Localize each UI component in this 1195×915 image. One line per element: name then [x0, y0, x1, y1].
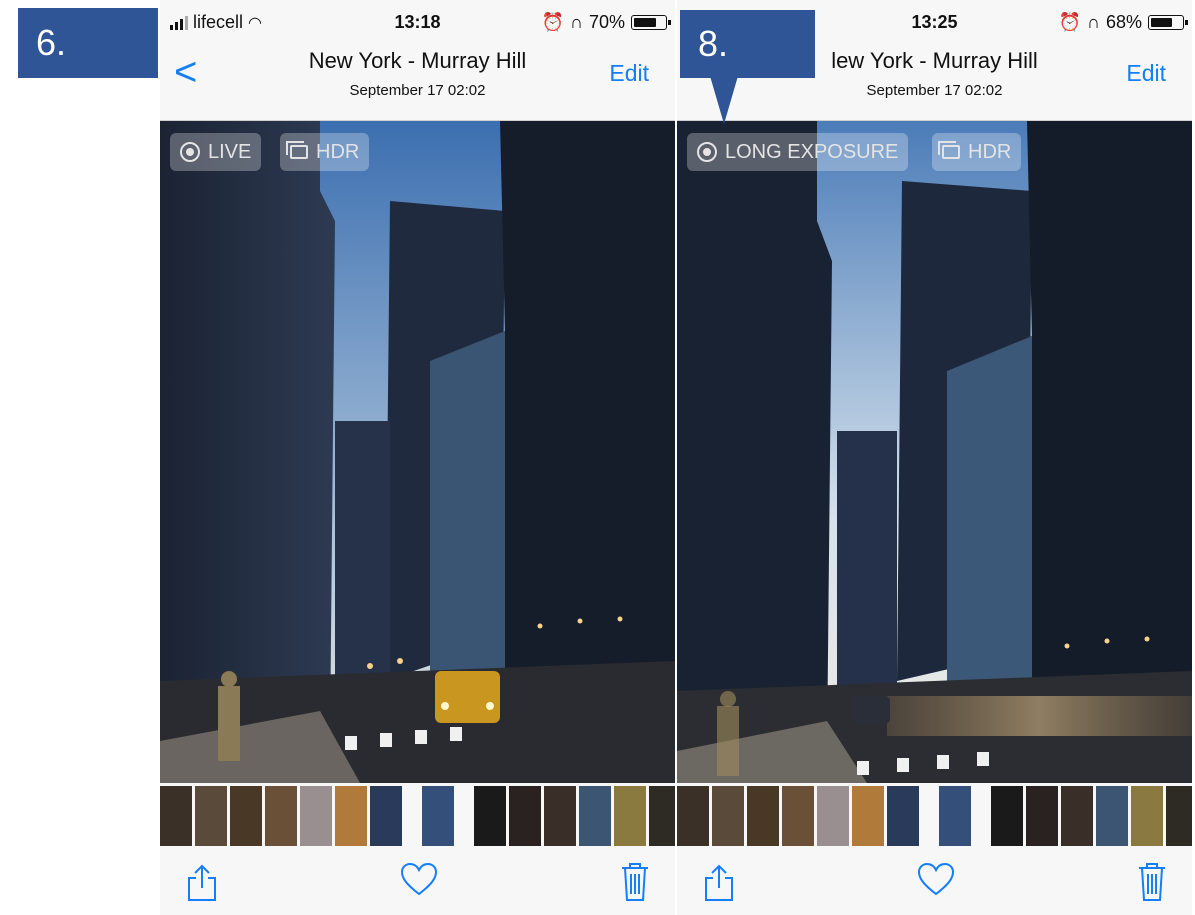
- thumbnail[interactable]: [649, 786, 675, 846]
- heart-icon[interactable]: [400, 862, 438, 898]
- thumbnail[interactable]: [195, 786, 227, 846]
- city-street-photo: [677, 121, 1192, 783]
- thumbnail[interactable]: [887, 786, 919, 846]
- phone-screen-long-exposure: 13:25 ⏰ ∩ 68% lew York - Murray Hill Sep…: [675, 0, 1192, 915]
- thumbnail[interactable]: [509, 786, 541, 846]
- thumbnail-strip[interactable]: [160, 786, 675, 850]
- phone-screen-live: lifecell ◠ 13:18 ⏰ ∩ 70% < New York - Mu…: [160, 0, 675, 915]
- thumbnail[interactable]: [782, 786, 814, 846]
- thumbnail[interactable]: [474, 786, 506, 846]
- hdr-badge: HDR: [932, 133, 1022, 171]
- thumbnail-gap: [457, 786, 471, 850]
- photo-date: September 17 02:02: [866, 82, 1003, 99]
- hdr-badge-label: HDR: [968, 140, 1012, 163]
- alarm-icon: ⏰: [541, 12, 565, 32]
- thumbnail[interactable]: [1131, 786, 1163, 846]
- status-right: ⏰ ∩ 68%: [1058, 12, 1188, 33]
- thumbnail[interactable]: [677, 786, 709, 846]
- bottom-toolbar: [160, 852, 675, 915]
- thumbnail[interactable]: [817, 786, 849, 846]
- thumbnail[interactable]: [265, 786, 297, 846]
- status-right: ⏰ ∩ 70%: [541, 12, 671, 33]
- thumbnail[interactable]: [1096, 786, 1128, 846]
- thumbnail[interactable]: [579, 786, 611, 846]
- thumbnail[interactable]: [1061, 786, 1093, 846]
- long-exposure-badge-label: LONG EXPOSURE: [725, 140, 899, 163]
- thumbnail[interactable]: [614, 786, 646, 846]
- thumbnail[interactable]: [300, 786, 332, 846]
- battery-icon: [1148, 15, 1188, 30]
- current-thumbnail[interactable]: [422, 786, 454, 846]
- bottom-toolbar: [677, 852, 1192, 915]
- live-badge-label: LIVE: [208, 140, 252, 163]
- trash-icon[interactable]: [1137, 862, 1167, 902]
- heart-icon[interactable]: [917, 862, 955, 898]
- edit-button[interactable]: Edit: [1126, 60, 1166, 87]
- thumbnail-gap: [405, 786, 419, 850]
- photo-view[interactable]: LONG EXPOSURE HDR: [677, 121, 1192, 783]
- thumbnail[interactable]: [544, 786, 576, 846]
- thumbnail[interactable]: [1166, 786, 1192, 846]
- thumbnail[interactable]: [712, 786, 744, 846]
- battery-icon: [631, 15, 671, 30]
- trash-icon[interactable]: [620, 862, 650, 902]
- live-icon: [697, 142, 717, 162]
- headphones-icon: ∩: [570, 12, 583, 32]
- current-thumbnail[interactable]: [939, 786, 971, 846]
- hdr-icon: [286, 141, 308, 159]
- step-label-8: 8.: [680, 10, 815, 78]
- battery-percent: 68%: [1105, 12, 1142, 32]
- thumbnail-strip[interactable]: [677, 786, 1192, 850]
- callout-pointer: [710, 76, 738, 124]
- alarm-icon: ⏰: [1058, 12, 1082, 32]
- thumbnail[interactable]: [230, 786, 262, 846]
- location-title: New York - Murray Hill: [308, 48, 527, 73]
- live-icon: [180, 142, 200, 162]
- thumbnail[interactable]: [370, 786, 402, 846]
- thumbnail-gap: [974, 786, 988, 850]
- thumbnail[interactable]: [747, 786, 779, 846]
- headphones-icon: ∩: [1087, 12, 1100, 32]
- photo-view[interactable]: LIVE HDR: [160, 121, 675, 783]
- status-bar: lifecell ◠ 13:18 ⏰ ∩ 70%: [160, 0, 675, 38]
- long-exposure-badge[interactable]: LONG EXPOSURE: [687, 133, 909, 171]
- thumbnail[interactable]: [991, 786, 1023, 846]
- battery-percent: 70%: [588, 12, 625, 32]
- share-icon[interactable]: [185, 862, 219, 902]
- thumbnail[interactable]: [852, 786, 884, 846]
- thumbnail[interactable]: [1026, 786, 1058, 846]
- step-label-6: 6.: [18, 8, 158, 78]
- share-icon[interactable]: [702, 862, 736, 902]
- nav-bar: < New York - Murray Hill September 17 02…: [160, 38, 675, 121]
- thumbnail-gap: [922, 786, 936, 850]
- edit-button[interactable]: Edit: [609, 60, 649, 87]
- photo-date: September 17 02:02: [349, 82, 486, 99]
- thumbnail[interactable]: [335, 786, 367, 846]
- hdr-badge: HDR: [280, 133, 370, 171]
- thumbnail[interactable]: [160, 786, 192, 846]
- hdr-icon: [938, 141, 960, 159]
- hdr-badge-label: HDR: [316, 140, 360, 163]
- live-badge[interactable]: LIVE: [170, 133, 262, 171]
- city-street-photo: [160, 121, 675, 783]
